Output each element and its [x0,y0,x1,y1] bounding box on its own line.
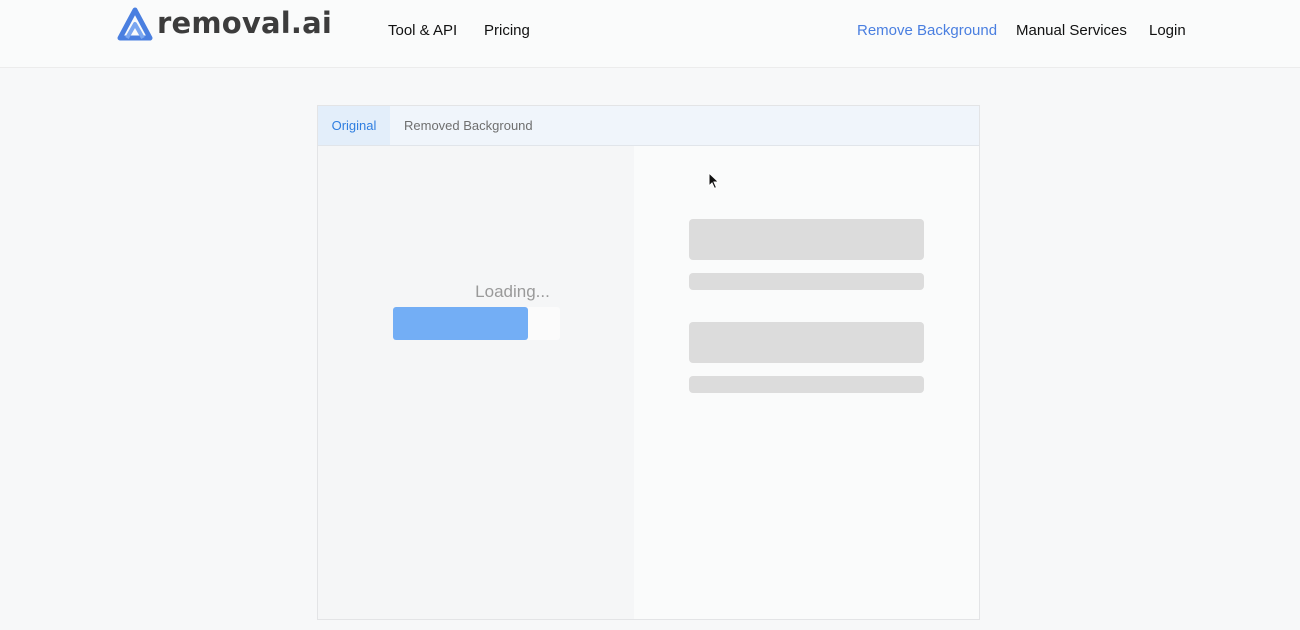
skeleton-line [689,273,924,290]
top-header: removal.ai Tool & API Pricing Remove Bac… [0,0,1300,68]
nav-manual-services-link[interactable]: Manual Services [1016,22,1127,39]
nav-remove-background-link[interactable]: Remove Background [857,22,997,39]
skeleton-block [689,219,924,260]
tab-removed-background[interactable]: Removed Background [404,106,533,145]
image-preview-panel: Original Removed Background Loading... [317,105,980,620]
loading-text: Loading... [475,282,550,301]
original-image-pane: Loading... [318,146,634,619]
loading-progress-bar [393,307,560,340]
loading-progress-fill [393,307,529,340]
tab-original[interactable]: Original [318,106,390,145]
cursor-pointer-icon [708,172,720,190]
nav-pricing-link[interactable]: Pricing [484,22,530,39]
logo-icon [117,7,153,41]
preview-tabbar: Original Removed Background [318,106,979,146]
skeleton-line [689,376,924,393]
nav-tool-api-link[interactable]: Tool & API [388,22,457,39]
logo-text: removal.ai [157,6,333,40]
skeleton-block [689,322,924,363]
result-placeholder-pane [634,146,979,619]
nav-login-link[interactable]: Login [1149,22,1186,39]
brand-logo[interactable]: removal.ai [114,3,332,43]
